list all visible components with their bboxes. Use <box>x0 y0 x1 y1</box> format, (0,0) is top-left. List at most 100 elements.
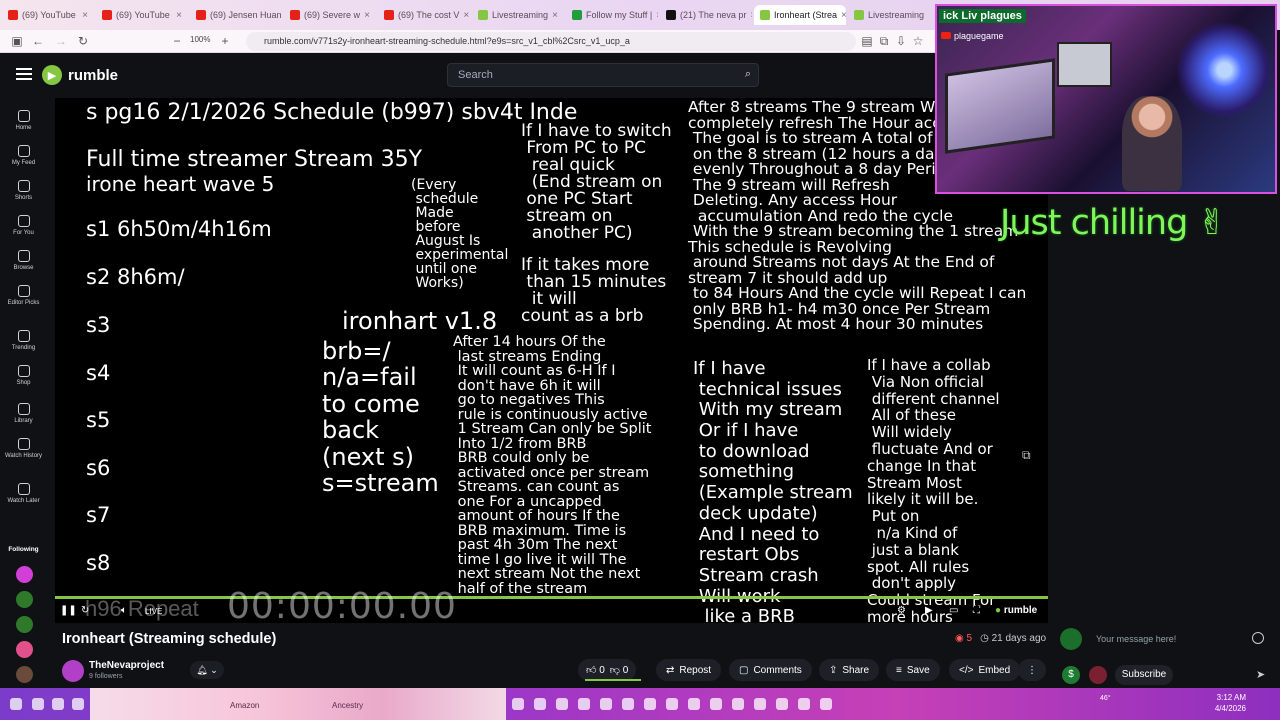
menu-icon[interactable] <box>16 68 32 80</box>
windows-start-icon[interactable] <box>10 698 22 710</box>
following-channel-avatar[interactable] <box>16 591 33 608</box>
close-icon[interactable]: × <box>552 10 558 21</box>
browser-tab[interactable]: (69) YouTube × <box>96 5 188 25</box>
save-button[interactable]: ≡ Save <box>886 659 940 681</box>
volume-icon[interactable]: 🔈︎ <box>121 605 127 616</box>
app-icon[interactable] <box>688 698 700 710</box>
system-clock[interactable]: 3:12 AM 4/4/2026 <box>1215 692 1246 714</box>
sidebar-item-for-you[interactable]: For You <box>0 215 47 237</box>
notification-bell-button[interactable]: 🔔︎ ⌄ <box>190 661 224 679</box>
app-icon[interactable] <box>666 698 678 710</box>
browser-tab[interactable]: (21) The neva pr× <box>660 5 752 25</box>
gift-button[interactable] <box>1089 666 1107 684</box>
sidebar-item-home[interactable]: Home <box>0 110 47 132</box>
taskbar-label[interactable]: Amazon <box>230 701 259 710</box>
repost-button[interactable]: ⇄ Repost <box>656 659 722 681</box>
dislike-button[interactable]: 👎︎ 0 <box>610 664 629 676</box>
pause-icon[interactable]: ❚❚ <box>60 605 77 616</box>
close-icon[interactable]: × <box>82 10 88 21</box>
rumble-logo[interactable]: ▶ rumble <box>42 65 118 85</box>
send-icon[interactable]: ➤ <box>1256 668 1265 681</box>
forward-icon[interactable]: → <box>54 34 68 48</box>
channel-name[interactable]: TheNevaproject <box>89 660 164 671</box>
sidebar-item-browse[interactable]: Browse <box>0 250 47 272</box>
following-channel-avatar[interactable] <box>16 616 33 633</box>
emoji-icon[interactable] <box>1252 632 1264 644</box>
search-input[interactable]: Search ⌕ <box>447 63 759 87</box>
close-icon[interactable]: × <box>750 10 752 21</box>
following-channel-avatar[interactable] <box>16 566 33 583</box>
following-channel-avatar[interactable] <box>16 641 33 658</box>
browser-tab[interactable]: Follow my Stuff |× <box>566 5 658 25</box>
app-icon[interactable] <box>798 698 810 710</box>
app-icon[interactable] <box>72 698 84 710</box>
player-rumble-logo[interactable]: ● rumble <box>995 605 1037 616</box>
app-icon[interactable] <box>820 698 832 710</box>
browser-tab[interactable]: (69) Severe w × <box>284 5 376 25</box>
app-icon[interactable] <box>710 698 722 710</box>
browser-tab[interactable]: (69) Jensen Huan× <box>190 5 282 25</box>
progress-bar[interactable] <box>55 596 1048 599</box>
app-icon[interactable] <box>556 698 568 710</box>
browser-tab-active[interactable]: Ironheart (Strea × <box>754 5 846 25</box>
close-icon[interactable]: × <box>463 10 469 21</box>
share-button[interactable]: ⇪ Share <box>819 659 880 681</box>
app-icon[interactable] <box>776 698 788 710</box>
like-button[interactable]: 👍︎ 0 <box>586 664 605 676</box>
comments-button[interactable]: ▢ Comments <box>729 659 812 681</box>
close-icon[interactable]: × <box>176 10 182 21</box>
skip-icon[interactable]: ↻ <box>81 605 89 616</box>
app-icon[interactable] <box>578 698 590 710</box>
app-icon[interactable] <box>644 698 656 710</box>
close-icon[interactable]: × <box>364 10 370 21</box>
sidebar-item-watch-history[interactable]: Watch History <box>0 438 47 460</box>
browser-tab[interactable]: (69) YouTube × <box>2 5 94 25</box>
url-field[interactable]: rumble.com/v771s2y-ironheart-streaming-s… <box>246 32 856 51</box>
refresh-icon[interactable]: ↻ <box>76 34 90 48</box>
following-channel-avatar[interactable] <box>16 666 33 683</box>
app-icon[interactable] <box>732 698 744 710</box>
reader-icon[interactable]: ▤ <box>860 34 874 48</box>
download-icon[interactable]: ⇩ <box>894 34 908 48</box>
rant-dollar-button[interactable]: $ <box>1062 666 1080 684</box>
embed-button[interactable]: </> Embed <box>949 659 1021 681</box>
search-icon[interactable]: ⌕ <box>745 68 751 81</box>
app-icon[interactable] <box>622 698 634 710</box>
fullscreen-icon[interactable]: ⛶ <box>973 605 980 616</box>
play-icon[interactable]: ▶ <box>925 605 933 616</box>
app-icon[interactable] <box>754 698 766 710</box>
chat-message-input[interactable]: Your message here! <box>1088 628 1272 650</box>
zoom-out-icon[interactable]: − <box>170 34 184 48</box>
popout-icon[interactable]: ⧉ <box>1022 448 1031 463</box>
sidebar-item-library[interactable]: Library <box>0 403 47 425</box>
channel-avatar[interactable] <box>62 660 84 682</box>
sidebar-item-editor-picks[interactable]: Editor Picks <box>0 285 47 307</box>
browser-tab[interactable]: Livestreaming <box>848 5 934 25</box>
browser-tab[interactable]: Livestreaming × <box>472 5 564 25</box>
theater-mode-icon[interactable]: ▭ <box>949 605 958 616</box>
screenshot-icon[interactable]: ⧉ <box>877 34 891 48</box>
search-icon[interactable] <box>32 698 44 710</box>
subscribe-button[interactable]: Subscribe <box>1115 665 1173 685</box>
app-icon[interactable] <box>600 698 612 710</box>
sidebar-toggle-icon[interactable]: ▣ <box>10 34 24 48</box>
sidebar-item-shop[interactable]: Shop <box>0 365 47 387</box>
sidebar-item-my-feed[interactable]: My Feed <box>0 145 47 167</box>
browser-tab[interactable]: (69) The cost V × <box>378 5 470 25</box>
app-icon[interactable] <box>534 698 546 710</box>
back-icon[interactable]: ← <box>31 34 45 48</box>
sidebar-item-watch-later[interactable]: Watch Later <box>0 483 47 505</box>
bookmark-star-icon[interactable]: ☆ <box>911 34 925 48</box>
sidebar-item-shorts[interactable]: Shorts <box>0 180 47 202</box>
sidebar-item-trending[interactable]: Trending <box>0 330 47 352</box>
task-view-icon[interactable] <box>52 698 64 710</box>
settings-gear-icon[interactable]: ⚙ <box>897 605 906 616</box>
more-options-button[interactable]: ⋮ <box>1018 659 1046 681</box>
taskbar-label[interactable]: Ancestry <box>332 701 363 710</box>
video-player[interactable]: s pg16 2/1/2026 Schedule (b997) sbv4t In… <box>55 98 1048 623</box>
app-icon[interactable] <box>512 698 524 710</box>
close-icon[interactable]: × <box>841 10 846 21</box>
weather-widget[interactable]: 46° <box>1100 695 1111 702</box>
close-icon[interactable]: × <box>656 10 658 21</box>
zoom-in-icon[interactable]: + <box>218 34 232 48</box>
